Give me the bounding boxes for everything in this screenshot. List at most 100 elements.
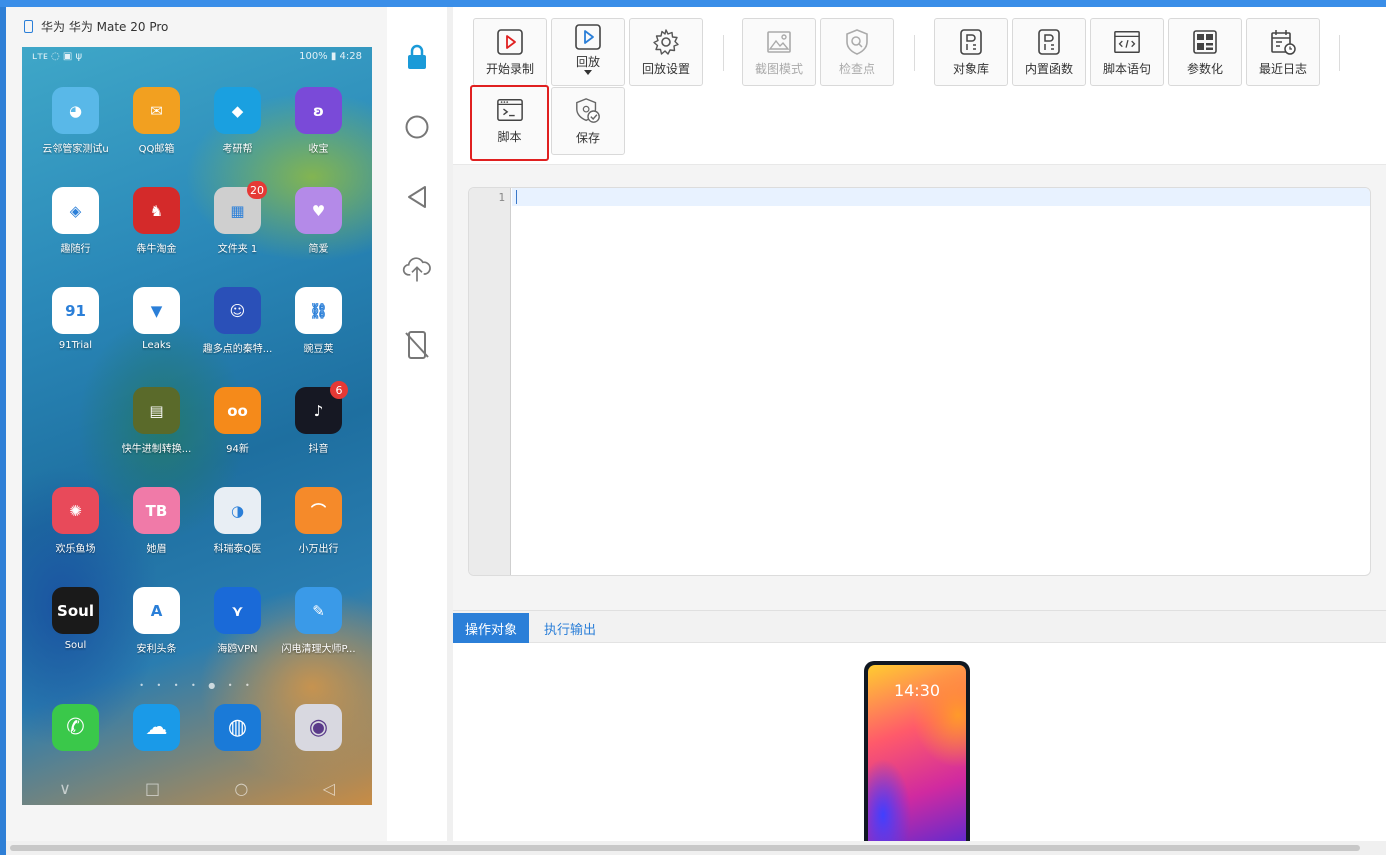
app-label: 犇牛淘金 [136,244,177,255]
start-record-label: 开始录制 [485,62,534,76]
upload-button[interactable] [402,254,432,284]
app-window: 华为 华为 Mate 20 Pro ʟᴛᴇ ◌ ▣ ψ 100% ▮ 4:28 … [6,7,1386,855]
app-icon-item[interactable]: Soul Soul [35,587,116,663]
app-glyph-icon: ♪ 6 [295,381,348,434]
app-icon-item[interactable]: 91 91Trial [35,287,116,363]
app-glyph-icon: ⋎ [214,587,261,634]
device-panel: 华为 华为 Mate 20 Pro ʟᴛᴇ ◌ ▣ ψ 100% ▮ 4:28 … [6,7,387,855]
app-icon-item[interactable]: ◈ 趣随行 [35,187,116,263]
dock-glyph-icon: ◍ [214,704,261,751]
side-controls [387,7,447,855]
app-glyph-icon: TB [133,487,180,534]
app-icon-item[interactable]: ◑ 科瑞泰Q医 [197,487,278,563]
replay-button[interactable]: 回放 [551,18,625,86]
messages-app[interactable]: ☁ [116,704,197,780]
app-glyph-icon: Soul [52,587,99,634]
app-label: 考研帮 [222,144,253,155]
app-icon-item[interactable]: oo 94新 [197,387,278,463]
builtin-functions-button[interactable]: 内置函数 [1012,18,1086,86]
screenshot-mode-label: 截图模式 [754,62,803,76]
app-label: Leaks [142,340,171,351]
object-library-label: 对象库 [952,62,989,76]
app-label: Soul [64,640,87,651]
script-statements-button[interactable]: 脚本语句 [1090,18,1164,86]
device-screen[interactable]: ʟᴛᴇ ◌ ▣ ψ 100% ▮ 4:28 • • • • ● • • ∨ □ ○ ◁… [22,47,372,805]
app-icon-item[interactable]: ✉ QQ邮箱 [116,87,197,163]
tab-execution-output[interactable]: 执行输出 [532,613,608,643]
app-label: 闪电清理大师P... [281,644,356,655]
app-glyph-icon: ◆ [214,87,261,134]
app-glyph-icon: ✺ [52,487,99,534]
app-label: 科瑞泰Q医 [213,544,262,555]
app-icon-item[interactable]: ♞ 犇牛淘金 [116,187,197,263]
replay-play-icon [575,24,601,50]
object-library-button[interactable]: 对象库 [934,18,1008,86]
app-label: 抖音 [308,444,329,455]
app-icon-item[interactable]: ʚ 收宝 [278,87,359,163]
phone-off-icon [405,331,429,359]
app-glyph-icon: ʚ [295,87,342,134]
camera-app[interactable]: ◉ [278,704,359,780]
record-play-icon [497,29,523,55]
text-cursor [516,190,517,204]
script-label: 脚本 [497,130,522,144]
lock-icon [408,44,426,69]
active-line [512,188,1370,206]
app-icon-item[interactable]: ✺ 欢乐鱼场 [35,487,116,563]
app-glyph-icon: ◈ [52,187,99,234]
app-label: 小万出行 [298,544,339,555]
app-icon-item[interactable]: A 安利头条 [116,587,197,663]
replay-settings-button[interactable]: 回放设置 [629,18,703,86]
app-label: 收宝 [308,144,329,155]
device-title-bar: 华为 华为 Mate 20 Pro [6,15,387,37]
app-label: 94新 [226,444,249,455]
app-icon-item[interactable]: ⌒ 小万出行 [278,487,359,563]
checkpoint-button[interactable]: 检查点 [820,18,894,86]
phone-nav-icon[interactable]: ○ [234,779,248,798]
code-editor[interactable]: 1 [468,187,1371,576]
app-icon-item[interactable]: TB 她眉 [116,487,197,563]
phone-nav-icon[interactable]: ◁ [323,779,335,798]
app-label: 趣随行 [60,244,91,255]
recent-logs-label: 最近日志 [1258,62,1307,76]
app-label: 欢乐鱼场 [55,544,96,555]
app-icon-item[interactable]: ⋎ 海鸥VPN [197,587,278,663]
device-title: 华为 华为 Mate 20 Pro [41,19,169,34]
toolbar-divider [723,35,724,71]
app-icon-item[interactable]: ◕ 云邻管家测试u [35,87,116,163]
disconnect-device-button[interactable] [402,330,432,360]
page-indicator: • • • • ● • • [139,681,255,690]
back-button[interactable] [402,182,432,212]
app-icon-item[interactable]: ✎ 闪电清理大师P... [278,587,359,663]
app-icon-item[interactable]: ♥ 简爱 [278,187,359,263]
app-glyph-icon: ♞ [133,187,180,234]
phone-nav-icon[interactable]: ∨ [59,779,71,798]
status-left: ʟᴛᴇ ◌ ▣ ψ [32,51,83,62]
app-icon-item[interactable]: ▼ Leaks [116,287,197,363]
app-label: 简爱 [308,244,329,255]
horizontal-scrollbar[interactable] [6,841,1386,855]
app-icon-item[interactable]: ☺ 趣多点的秦特... [197,287,278,363]
app-icon-item[interactable]: ◆ 考研帮 [197,87,278,163]
app-label: 91Trial [58,340,93,351]
checkpoint-label: 检查点 [838,62,875,76]
screenshot-mode-button[interactable]: 截图模式 [742,18,816,86]
phone-app[interactable]: ✆ [35,704,116,780]
home-button[interactable] [402,112,432,142]
tab-operation-objects[interactable]: 操作对象 [453,613,530,643]
scrollbar-thumb[interactable] [10,845,1360,851]
start-record-button[interactable]: 开始录制 [473,18,547,86]
app-icon-item[interactable]: ▦ 20 文件夹 1 [197,181,278,263]
lock-button[interactable] [402,42,432,72]
app-icon-item[interactable]: ⛓ 豌豆荚 [278,287,359,363]
parameterize-button[interactable]: 参数化 [1168,18,1242,86]
app-icon-item[interactable]: ♪ 6 抖音 [278,381,359,463]
save-button[interactable]: 保存 [551,87,625,155]
app-icon-item[interactable]: ▤ 快牛进制转换... [116,387,197,463]
browser-app[interactable]: ◍ [197,704,278,780]
recent-logs-button[interactable]: 最近日志 [1246,18,1320,86]
script-button[interactable]: 脚本 [470,85,549,161]
main-area: 开始录制 回放 回放设置 截图模式 检查点 对象库 内置函数 脚本语句 参数化 … [453,7,1386,855]
phone-nav-icon[interactable]: □ [145,779,160,798]
notification-badge: 6 [330,381,348,399]
